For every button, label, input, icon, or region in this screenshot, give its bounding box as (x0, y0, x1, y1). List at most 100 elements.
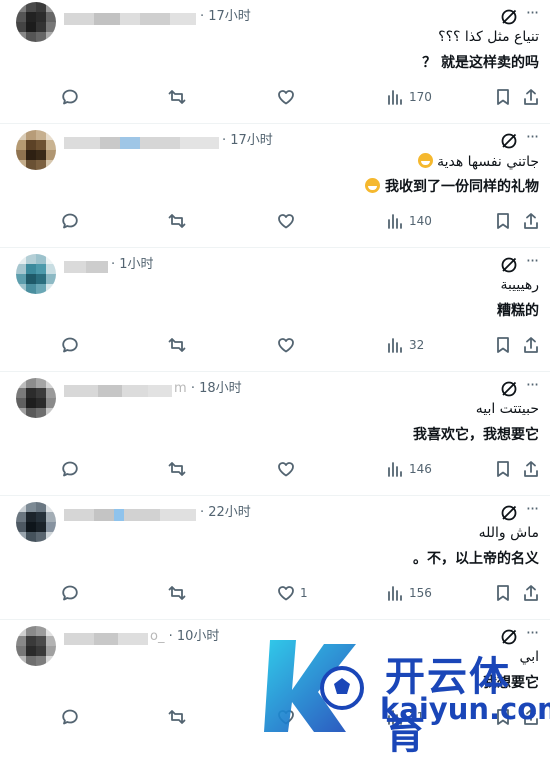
retweet-icon (168, 710, 186, 724)
bookmark-button[interactable] (494, 334, 512, 356)
post-time[interactable]: · 1小时 (111, 253, 154, 272)
bookmark-button[interactable] (494, 86, 512, 108)
reply-button[interactable] (61, 210, 84, 232)
username-blurred[interactable] (64, 134, 219, 149)
views-icon (388, 586, 402, 601)
share-icon (524, 89, 538, 105)
grok-icon[interactable] (500, 256, 518, 274)
retweet-button[interactable] (168, 458, 191, 480)
retweet-button[interactable] (168, 706, 191, 728)
bookmark-button[interactable] (494, 458, 512, 480)
post-time[interactable]: o_ · 10小时 (150, 625, 219, 644)
action-bar: 146 (0, 458, 550, 484)
avatar[interactable] (16, 502, 56, 542)
more-icon[interactable]: ··· (522, 377, 542, 396)
retweet-button[interactable] (168, 210, 191, 232)
translated-text: 我收到了一份同样的礼物 (365, 176, 539, 196)
username-blurred[interactable] (64, 382, 172, 397)
reply-icon (62, 709, 78, 725)
bookmark-button[interactable] (494, 582, 512, 604)
like-icon (278, 586, 294, 601)
bookmark-icon (497, 213, 509, 229)
avatar[interactable] (16, 254, 56, 294)
avatar[interactable] (16, 2, 56, 42)
retweet-button[interactable] (168, 582, 191, 604)
reply-button[interactable] (61, 86, 84, 108)
reply-button[interactable] (61, 458, 84, 480)
retweet-icon (168, 462, 186, 476)
reply-icon (62, 461, 78, 477)
reply-icon (62, 585, 78, 601)
retweet-icon (168, 586, 186, 600)
username-blurred[interactable] (64, 258, 108, 273)
retweet-icon (168, 214, 186, 228)
like-button[interactable] (277, 86, 300, 108)
share-button[interactable] (522, 334, 540, 356)
share-icon (524, 461, 538, 477)
like-button[interactable] (277, 210, 300, 232)
share-icon (524, 585, 538, 601)
share-button[interactable] (522, 582, 540, 604)
post-time[interactable]: m · 18小时 (174, 377, 242, 396)
bookmark-icon (497, 461, 509, 477)
like-button[interactable]: 1 (277, 582, 308, 604)
like-icon (278, 338, 294, 353)
views-button[interactable]: 156 (386, 582, 432, 604)
retweet-button[interactable] (168, 86, 191, 108)
watermark: 开云体育 kaiyun.com (262, 632, 550, 758)
username-blurred[interactable] (64, 630, 148, 645)
grok-icon[interactable] (500, 380, 518, 398)
reply-icon (62, 337, 78, 353)
views-button[interactable]: 32 (386, 334, 424, 356)
reply-post[interactable]: · 17小时 ··· تنياع مثل كذا ؟؟؟ ？ 就是这样卖的吗 1… (0, 0, 550, 124)
post-time[interactable]: · 22小时 (200, 501, 251, 520)
avatar[interactable] (16, 130, 56, 170)
views-button[interactable]: 140 (386, 210, 432, 232)
avatar[interactable] (16, 626, 56, 666)
action-bar: 1 156 (0, 582, 550, 608)
like-button[interactable] (277, 458, 300, 480)
reply-post[interactable]: · 17小时 ··· جاتني نفسها هدية 我收到了一份同样的礼物 … (0, 124, 550, 248)
like-icon (278, 214, 294, 229)
original-text: ماش والله (478, 525, 539, 541)
post-time[interactable]: · 17小时 (200, 5, 251, 24)
share-button[interactable] (522, 458, 540, 480)
retweet-button[interactable] (168, 334, 191, 356)
more-icon[interactable]: ··· (522, 253, 542, 272)
like-button[interactable] (277, 334, 300, 356)
more-icon[interactable]: ··· (522, 501, 542, 520)
share-button[interactable] (522, 210, 540, 232)
username-blurred[interactable] (64, 10, 196, 25)
share-button[interactable] (522, 86, 540, 108)
views-button[interactable]: 146 (386, 458, 432, 480)
views-icon (388, 90, 402, 105)
grok-icon[interactable] (500, 504, 518, 522)
bookmark-icon (497, 337, 509, 353)
reply-icon (62, 89, 78, 105)
reply-button[interactable] (61, 706, 84, 728)
reply-post[interactable]: m · 18小时 ··· حبيتتت ابيه 我喜欢它，我想要它 146 (0, 372, 550, 496)
username-blurred[interactable] (64, 506, 196, 521)
original-text: جاتني نفسها هدية (417, 153, 539, 170)
translated-text: 。不，以上帝的名义 (413, 551, 539, 567)
more-icon[interactable]: ··· (522, 129, 542, 148)
bookmark-button[interactable] (494, 210, 512, 232)
grok-icon[interactable] (500, 8, 518, 26)
reply-post[interactable]: · 1小时 ··· رهيييبة 糟糕的 32 (0, 248, 550, 372)
original-text: حبيتتت ابيه (475, 401, 539, 417)
views-button[interactable]: 170 (386, 86, 432, 108)
translated-text: ？ 就是这样卖的吗 (422, 55, 539, 71)
post-time[interactable]: · 17小时 (222, 129, 273, 148)
avatar[interactable] (16, 378, 56, 418)
more-icon[interactable]: ··· (522, 5, 542, 24)
reply-post[interactable]: · 22小时 ··· ماش والله 。不，以上帝的名义 1 156 (0, 496, 550, 620)
grin-emoji-icon (417, 153, 433, 168)
bookmark-icon (497, 89, 509, 105)
reply-button[interactable] (61, 334, 84, 356)
reply-button[interactable] (61, 582, 84, 604)
share-icon (524, 337, 538, 353)
grok-icon[interactable] (500, 132, 518, 150)
action-bar: 170 (0, 86, 550, 112)
retweet-icon (168, 90, 186, 104)
original-text: رهيييبة (500, 277, 539, 293)
